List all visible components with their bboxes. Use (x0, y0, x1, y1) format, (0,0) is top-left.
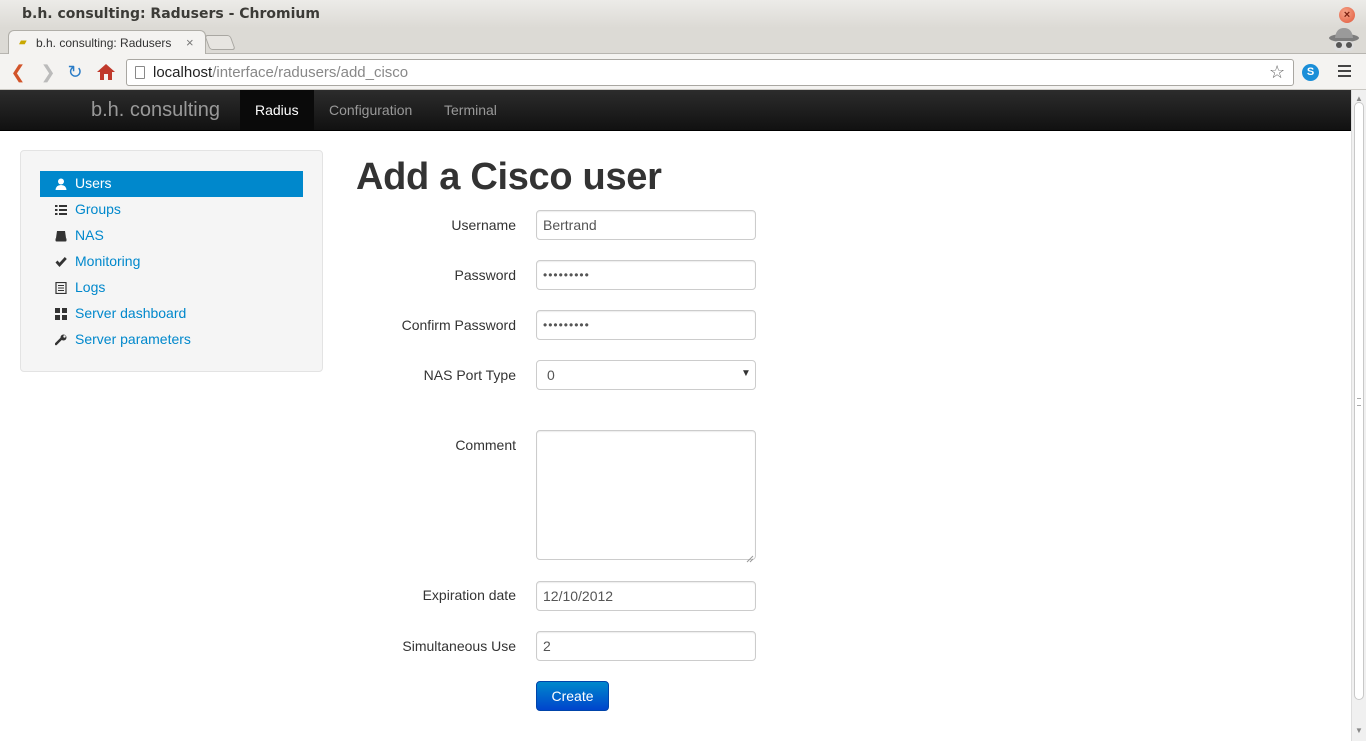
nav-radius[interactable]: Radius (240, 90, 314, 130)
browser-tab[interactable]: ▰ b.h. consulting: Radusers × (8, 30, 206, 55)
page-scrollbar[interactable]: ▲ ▼ (1351, 90, 1366, 741)
sidebar-item-label: NAS (75, 227, 104, 243)
expiration-date-input[interactable] (536, 581, 756, 611)
sidebar-item-monitoring[interactable]: Monitoring (40, 249, 303, 275)
window-titlebar: b.h. consulting: Radusers - Chromium × (0, 0, 1366, 28)
simultaneous-use-label: Simultaneous Use (402, 638, 516, 654)
page-icon (135, 66, 145, 79)
forward-icon[interactable]: ❯ (37, 61, 59, 83)
list-alt-icon (55, 282, 67, 294)
scroll-down-icon[interactable]: ▼ (1355, 726, 1363, 735)
sidebar-item-label: Server parameters (75, 331, 191, 347)
sidebar-item-logs[interactable]: Logs (40, 275, 303, 301)
tab-strip: ▰ b.h. consulting: Radusers × (0, 28, 1366, 55)
simultaneous-use-input[interactable] (536, 631, 756, 661)
sidebar-item-label: Users (75, 175, 112, 191)
create-button[interactable]: Create (536, 681, 609, 711)
reload-icon[interactable]: ↻ (64, 61, 86, 83)
comment-label: Comment (455, 437, 516, 453)
page-title: Add a Cisco user (356, 156, 662, 198)
sidebar-item-server-dashboard[interactable]: Server dashboard (40, 301, 303, 327)
password-input[interactable]: ••••••••• (536, 260, 756, 290)
wrench-icon (55, 334, 67, 346)
sidebar: Users Groups NAS Monitoring Logs Server … (20, 150, 323, 372)
nav-configuration[interactable]: Configuration (314, 90, 427, 130)
window-close-button[interactable]: × (1339, 7, 1355, 23)
address-bar[interactable]: localhost/interface/radusers/add_cisco ☆ (126, 59, 1294, 86)
nas-port-type-value: 0 (547, 367, 555, 383)
incognito-icon (1329, 28, 1359, 51)
sidebar-item-groups[interactable]: Groups (40, 197, 303, 223)
user-icon (55, 178, 67, 190)
scrollbar-thumb[interactable] (1354, 102, 1364, 700)
confirm-password-input[interactable]: ••••••••• (536, 310, 756, 340)
nas-port-type-label: NAS Port Type (423, 367, 516, 383)
list-icon (55, 205, 67, 215)
sidebar-item-nas[interactable]: NAS (40, 223, 303, 249)
username-input[interactable] (536, 210, 756, 240)
expiration-date-label: Expiration date (422, 587, 516, 603)
sidebar-item-label: Logs (75, 279, 106, 295)
nav-terminal[interactable]: Terminal (429, 90, 512, 130)
sidebar-item-label: Groups (75, 201, 121, 217)
top-navbar: b.h. consulting Radius Configuration Ter… (0, 90, 1351, 131)
hdd-icon (55, 231, 67, 242)
resize-grip-icon[interactable] (746, 550, 754, 563)
brand-logo[interactable]: b.h. consulting (91, 99, 220, 122)
confirm-password-label: Confirm Password (401, 317, 516, 333)
th-large-icon (55, 308, 67, 320)
password-label: Password (454, 267, 516, 283)
favicon-icon: ▰ (19, 37, 27, 48)
sidebar-item-label: Server dashboard (75, 305, 187, 321)
sidebar-item-label: Monitoring (75, 253, 141, 269)
check-icon (55, 257, 67, 267)
chrome-menu-icon[interactable] (1338, 65, 1351, 78)
dropdown-arrow-icon: ▼ (741, 368, 751, 379)
bookmark-star-icon[interactable]: ☆ (1269, 62, 1285, 83)
extension-icon[interactable]: S (1302, 64, 1319, 81)
sidebar-item-users[interactable]: Users (40, 171, 303, 197)
tab-label: b.h. consulting: Radusers (36, 36, 172, 50)
nas-port-type-select[interactable]: 0 ▼ (536, 360, 756, 390)
sidebar-item-server-parameters[interactable]: Server parameters (40, 327, 303, 353)
tab-close-icon[interactable]: × (186, 35, 194, 50)
address-url: localhost/interface/radusers/add_cisco (153, 64, 409, 81)
home-icon[interactable] (95, 61, 117, 83)
window-title: b.h. consulting: Radusers - Chromium (22, 6, 320, 22)
comment-textarea[interactable] (536, 430, 756, 560)
browser-toolbar: ❮ ❯ ↻ localhost/interface/radusers/add_c… (0, 54, 1366, 90)
username-label: Username (451, 217, 516, 233)
new-tab-button[interactable] (204, 35, 236, 50)
back-icon[interactable]: ❮ (7, 61, 29, 83)
